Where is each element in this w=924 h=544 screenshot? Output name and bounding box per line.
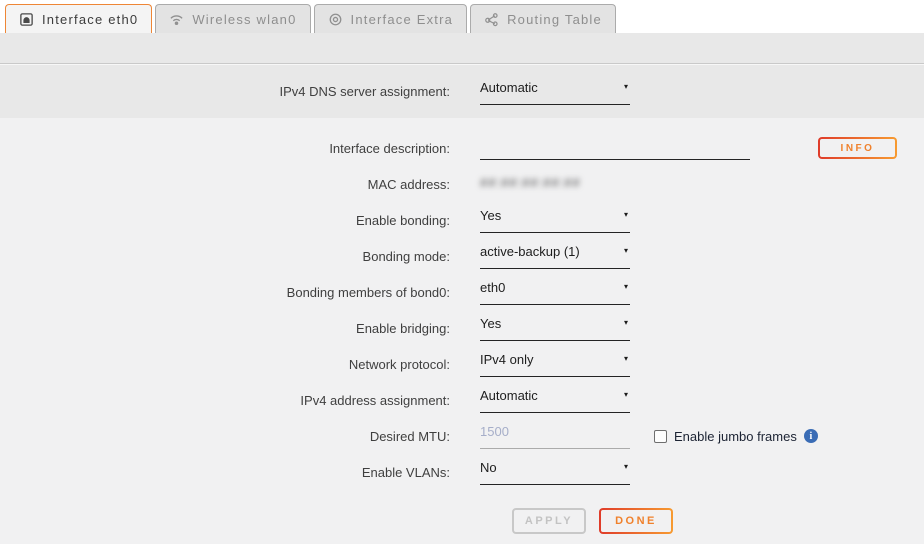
enable-vlans-label: Enable VLANs:	[0, 465, 480, 480]
dns-assignment-value: Automatic	[480, 80, 538, 95]
share-nodes-icon	[484, 12, 499, 27]
enable-bridging-row: Enable bridging: Yes ▾	[0, 310, 924, 346]
bonding-mode-value: active-backup (1)	[480, 244, 580, 259]
enable-bridging-select[interactable]: Yes ▾	[480, 315, 630, 341]
dns-settings-panel: IPv4 DNS server assignment: Automatic ▾	[0, 33, 924, 118]
chevron-down-icon: ▾	[624, 210, 628, 219]
network-protocol-label: Network protocol:	[0, 357, 480, 372]
tab-label: Routing Table	[507, 12, 602, 27]
chevron-down-icon: ▾	[624, 462, 628, 471]
mac-address-value-redacted: ##:##:##:##:##	[480, 175, 581, 190]
interface-description-field-wrap	[480, 136, 750, 160]
desired-mtu-field: 1500	[480, 423, 630, 449]
tab-label: Wireless wlan0	[192, 12, 296, 27]
tab-label: Interface eth0	[42, 12, 138, 27]
desired-mtu-row: Desired MTU: 1500 Enable jumbo frames i	[0, 418, 924, 454]
bonding-mode-label: Bonding mode:	[0, 249, 480, 264]
jumbo-frames-checkbox[interactable]	[654, 430, 667, 443]
ipv4-assignment-select[interactable]: Automatic ▾	[480, 387, 630, 413]
tab-interface-extra[interactable]: Interface Extra	[314, 4, 468, 33]
tab-wireless-wlan0[interactable]: Wireless wlan0	[155, 4, 310, 33]
network-protocol-value: IPv4 only	[480, 352, 533, 367]
chevron-down-icon: ▾	[624, 82, 628, 91]
mac-address-value-wrap: ##:##:##:##:##	[480, 174, 750, 194]
bonding-mode-row: Bonding mode: active-backup (1) ▾	[0, 238, 924, 274]
ipv4-assignment-value: Automatic	[480, 388, 538, 403]
chevron-down-icon: ▾	[624, 246, 628, 255]
enable-vlans-select[interactable]: No ▾	[480, 459, 630, 485]
bonding-members-row: Bonding members of bond0: eth0 ▾	[0, 274, 924, 310]
chevron-down-icon: ▾	[624, 390, 628, 399]
chevron-down-icon: ▾	[624, 318, 628, 327]
network-protocol-row: Network protocol: IPv4 only ▾	[0, 346, 924, 382]
bonding-members-select[interactable]: eth0 ▾	[480, 279, 630, 305]
mac-address-label: MAC address:	[0, 177, 480, 192]
bonding-members-value: eth0	[480, 280, 505, 295]
bonding-members-label: Bonding members of bond0:	[0, 285, 480, 300]
ipv4-assignment-row: IPv4 address assignment: Automatic ▾	[0, 382, 924, 418]
mac-address-row: MAC address: ##:##:##:##:##	[0, 166, 924, 202]
apply-button[interactable]: APPLY	[512, 508, 586, 534]
ethernet-port-icon	[19, 12, 34, 27]
target-icon	[328, 12, 343, 27]
done-button-label: DONE	[601, 510, 671, 532]
enable-bridging-value: Yes	[480, 316, 501, 331]
chevron-down-icon: ▾	[624, 282, 628, 291]
tab-interface-eth0[interactable]: Interface eth0	[5, 4, 152, 33]
jumbo-frames-label: Enable jumbo frames	[674, 429, 797, 444]
bonding-mode-select[interactable]: active-backup (1) ▾	[480, 243, 630, 269]
action-buttons: APPLY DONE	[0, 508, 924, 534]
enable-vlans-value: No	[480, 460, 497, 475]
info-button-label: INFO	[820, 139, 895, 157]
desired-mtu-value: 1500	[480, 424, 509, 439]
wifi-icon	[169, 12, 184, 27]
info-circle-icon[interactable]: i	[804, 429, 818, 443]
tab-bar: Interface eth0 Wireless wlan0 Interface …	[0, 0, 924, 33]
dns-assignment-label: IPv4 DNS server assignment:	[0, 84, 480, 99]
enable-bonding-row: Enable bonding: Yes ▾	[0, 202, 924, 238]
enable-bonding-value: Yes	[480, 208, 501, 223]
panel-empty-strip	[0, 33, 924, 63]
interface-description-input[interactable]	[480, 137, 750, 152]
interface-settings-window: Interface eth0 Wireless wlan0 Interface …	[0, 0, 924, 544]
jumbo-frames-group: Enable jumbo frames i	[654, 429, 818, 444]
tab-routing-table[interactable]: Routing Table	[470, 4, 616, 33]
network-protocol-select[interactable]: IPv4 only ▾	[480, 351, 630, 377]
dns-assignment-select[interactable]: Automatic ▾	[480, 79, 630, 105]
ipv4-assignment-label: IPv4 address assignment:	[0, 393, 480, 408]
done-button[interactable]: DONE	[599, 508, 673, 534]
info-button[interactable]: INFO	[818, 137, 897, 159]
dns-assignment-row: IPv4 DNS server assignment: Automatic ▾	[0, 65, 924, 118]
enable-bridging-label: Enable bridging:	[0, 321, 480, 336]
desired-mtu-label: Desired MTU:	[0, 429, 480, 444]
enable-vlans-row: Enable VLANs: No ▾	[0, 454, 924, 490]
chevron-down-icon: ▾	[624, 354, 628, 363]
interface-form: Interface description: INFO MAC address:…	[0, 130, 924, 534]
enable-bonding-select[interactable]: Yes ▾	[480, 207, 630, 233]
interface-description-label: Interface description:	[0, 141, 480, 156]
enable-bonding-label: Enable bonding:	[0, 213, 480, 228]
interface-description-row: Interface description: INFO	[0, 130, 924, 166]
tab-label: Interface Extra	[351, 12, 454, 27]
